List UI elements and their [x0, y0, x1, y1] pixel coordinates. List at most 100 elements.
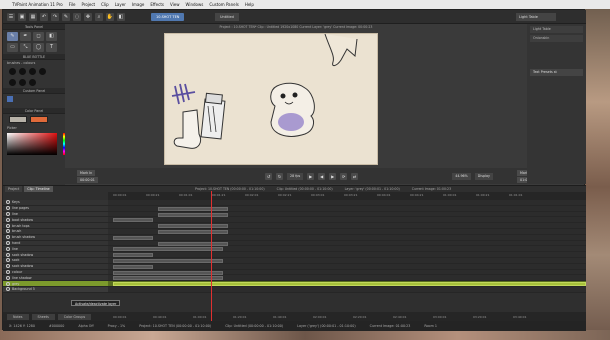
clip-block[interactable]: [158, 212, 228, 217]
layer-row-background[interactable]: Background 5: [3, 286, 108, 293]
fill-tool[interactable]: ◧: [46, 32, 57, 41]
color-picker[interactable]: [7, 133, 67, 155]
brush-preset[interactable]: [29, 79, 36, 86]
playhead[interactable]: [211, 191, 212, 321]
clip-block[interactable]: [113, 253, 153, 258]
alpha-status[interactable]: Alpha Off: [78, 324, 93, 328]
grid-icon[interactable]: ▦: [29, 12, 37, 21]
mark-in-button[interactable]: Mark In: [77, 170, 96, 176]
menu-effects[interactable]: Effects: [150, 2, 164, 7]
text-tool[interactable]: T: [46, 43, 57, 52]
clip-block-selected[interactable]: [113, 282, 586, 287]
loop-icon[interactable]: ⟳: [340, 172, 348, 180]
pan-icon[interactable]: ✋: [106, 12, 114, 21]
clip-block[interactable]: [113, 218, 153, 223]
clip-block[interactable]: [113, 258, 223, 263]
eye-icon[interactable]: [6, 211, 10, 216]
undo-icon[interactable]: ↶: [40, 12, 48, 21]
color-groups-button[interactable]: Color Groups: [57, 314, 92, 320]
step-back-icon[interactable]: ◀: [318, 172, 326, 180]
sheets-button[interactable]: Sheets: [31, 314, 55, 320]
airbrush-tool[interactable]: ✒: [20, 32, 31, 41]
eye-icon[interactable]: [6, 200, 10, 205]
clip-block[interactable]: [158, 224, 228, 229]
tab-project[interactable]: 10.SHOT TEN: [151, 13, 185, 21]
notes-button[interactable]: Notes: [7, 314, 29, 320]
clip-block[interactable]: [113, 235, 153, 240]
save-icon[interactable]: ▣: [18, 12, 26, 21]
tab-clip-timeline[interactable]: Clip: Timeline: [24, 186, 53, 192]
clip-block[interactable]: [158, 229, 228, 234]
select-tool[interactable]: ▭: [7, 43, 18, 52]
eye-icon[interactable]: [6, 275, 10, 280]
play-icon[interactable]: ▶: [307, 172, 315, 180]
eraser-tool[interactable]: ◻: [33, 32, 44, 41]
clip-block[interactable]: [113, 264, 153, 269]
layer-tracks[interactable]: [108, 200, 586, 312]
menu-windows[interactable]: Windows: [185, 2, 203, 7]
redo-icon[interactable]: ↷: [51, 12, 59, 21]
brush-preset[interactable]: [9, 68, 16, 75]
primary-color-swatch[interactable]: [9, 116, 27, 123]
tab-untitled[interactable]: Untitled: [215, 13, 239, 21]
flip-icon[interactable]: ⇄: [351, 172, 359, 180]
eye-icon[interactable]: [6, 217, 10, 222]
fill-icon[interactable]: ◧: [117, 12, 125, 21]
clip-block[interactable]: [158, 206, 228, 211]
eye-icon[interactable]: [6, 264, 10, 269]
menu-clip[interactable]: Clip: [101, 2, 109, 7]
menu-custom-panels[interactable]: Custom Panels: [209, 2, 238, 7]
text-presets-panel[interactable]: Text Presets st: [530, 69, 583, 76]
clip-block[interactable]: [113, 270, 223, 275]
brush-preset[interactable]: [19, 79, 26, 86]
step-forward-icon[interactable]: ▶: [329, 172, 337, 180]
onionskin-panel[interactable]: Onionskin: [530, 35, 583, 42]
rotate-left-icon[interactable]: ↺: [265, 172, 272, 180]
menu-view[interactable]: View: [170, 2, 180, 7]
secondary-color-swatch[interactable]: [30, 116, 48, 123]
eye-icon[interactable]: [6, 229, 10, 234]
brush-preset[interactable]: [9, 79, 16, 86]
brush-preset[interactable]: [29, 68, 36, 75]
light-table-panel[interactable]: Light Table: [530, 26, 583, 33]
mark-in-time[interactable]: 00:00:01: [77, 177, 98, 183]
clip-block[interactable]: [158, 241, 228, 246]
eye-icon[interactable]: [6, 269, 10, 274]
lasso-icon[interactable]: ◌: [73, 12, 81, 21]
pen-tool[interactable]: ✎: [7, 32, 18, 41]
eye-icon[interactable]: [6, 246, 10, 251]
drawing-canvas[interactable]: [164, 33, 378, 165]
menu-project[interactable]: Project: [81, 2, 95, 7]
eye-icon[interactable]: [6, 252, 10, 257]
menu-help[interactable]: Help: [245, 2, 254, 7]
eye-icon[interactable]: [6, 223, 10, 228]
eye-icon[interactable]: [6, 235, 10, 240]
menu-image[interactable]: Image: [132, 2, 145, 7]
eye-icon[interactable]: [6, 287, 10, 292]
brush-icon[interactable]: ✎: [62, 12, 70, 21]
eye-icon[interactable]: [6, 258, 10, 263]
room-selector[interactable]: Room 1: [424, 324, 437, 328]
proxy-status[interactable]: Proxy - 1%: [108, 324, 126, 328]
brush-preset[interactable]: [39, 68, 46, 75]
fps-field[interactable]: 28 fps: [287, 172, 304, 180]
menu-icon[interactable]: ☰: [7, 12, 15, 21]
clip-block[interactable]: [113, 276, 223, 281]
brush-preset[interactable]: [19, 68, 26, 75]
menu-layer[interactable]: Layer: [115, 2, 126, 7]
shape-tool[interactable]: ◯: [33, 43, 44, 52]
clip-block[interactable]: [113, 247, 223, 252]
menu-app[interactable]: TVPaint Animation 11 Pro: [12, 2, 63, 7]
menu-file[interactable]: File: [69, 2, 76, 7]
eye-icon[interactable]: [6, 240, 10, 245]
custom-swatch[interactable]: [7, 96, 13, 102]
eye-icon[interactable]: [6, 206, 10, 211]
move-icon[interactable]: ✥: [84, 12, 92, 21]
track[interactable]: [108, 286, 586, 293]
zoom-icon[interactable]: ⌕: [95, 12, 103, 21]
tab-project[interactable]: Project: [5, 186, 23, 192]
rotate-right-icon[interactable]: ↻: [276, 172, 283, 180]
light-table-button[interactable]: Light Table: [516, 13, 556, 21]
zoom-percent[interactable]: 44.96%: [452, 172, 471, 180]
display-button[interactable]: Display: [474, 172, 493, 180]
